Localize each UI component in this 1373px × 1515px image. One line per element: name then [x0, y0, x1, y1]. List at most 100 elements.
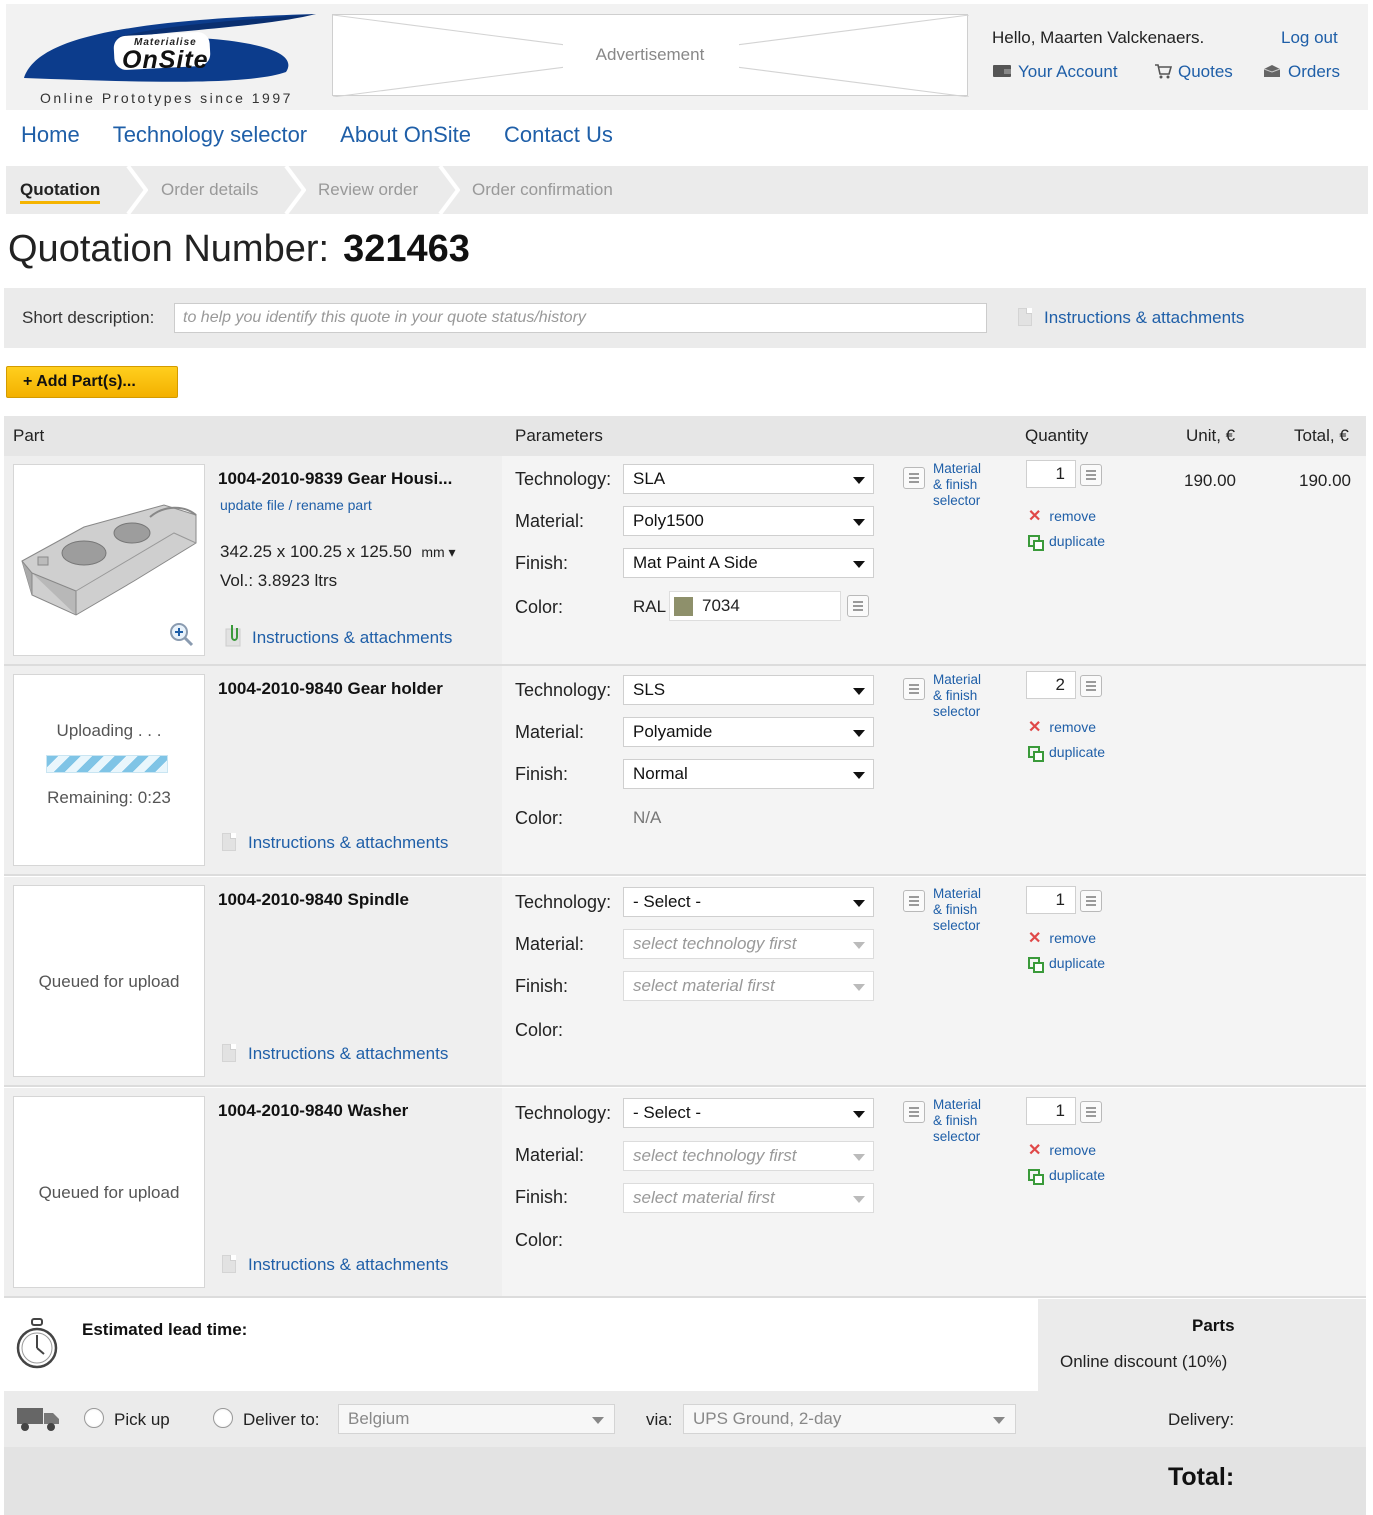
duplicate-icon: [1028, 1169, 1044, 1185]
material-selector-icon[interactable]: [903, 890, 925, 912]
nav-technology-selector[interactable]: Technology selector: [113, 122, 307, 147]
chevron-down-icon: [853, 730, 865, 737]
column-header-total-price: Total, €: [1294, 426, 1349, 445]
update-file-link[interactable]: update file / rename part: [220, 497, 372, 513]
chevron-down-icon: [853, 1154, 865, 1161]
material-finish-selector-link[interactable]: Material & finish selector: [933, 672, 981, 720]
quotes-label: Quotes: [1178, 62, 1233, 81]
duplicate-part-link[interactable]: duplicate: [1028, 1167, 1105, 1185]
material-select[interactable]: Poly1500: [623, 506, 874, 536]
column-header-unit-price: Unit, €: [1186, 426, 1236, 445]
material-select[interactable]: select technology first: [623, 1141, 874, 1171]
material-selector-icon[interactable]: [903, 678, 925, 700]
upload-status: Uploading . . .: [56, 721, 162, 740]
short-description-label: Short description:: [22, 308, 155, 327]
duplicate-part-link[interactable]: duplicate: [1028, 955, 1105, 973]
add-parts-button[interactable]: + Add Part(s)...: [6, 366, 178, 398]
quantity-input[interactable]: 2: [1026, 671, 1076, 699]
technology-select[interactable]: SLS: [623, 675, 874, 705]
parts-table-header: Part Parameters Quantity Unit, € Total, …: [4, 416, 1366, 456]
pick-up-radio[interactable]: [84, 1408, 104, 1428]
part-name: 1004-2010-9840 Spindle: [218, 890, 409, 909]
quantity-input[interactable]: 1: [1026, 1097, 1076, 1125]
chevron-down-icon: [993, 1417, 1005, 1424]
your-account-label: Your Account: [1018, 62, 1118, 81]
color-system-label: RAL: [633, 597, 667, 616]
quantity-calculator-icon[interactable]: [1080, 675, 1102, 697]
pick-up-label: Pick up: [114, 1410, 170, 1429]
part-instructions-link[interactable]: Instructions & attachments: [222, 833, 448, 853]
your-account-link[interactable]: Your Account: [992, 62, 1118, 84]
finish-label: Finish:: [515, 764, 569, 784]
color-picker-icon[interactable]: [847, 595, 869, 617]
materialise-onsite-logo[interactable]: Materialise OnSite Online Prototypes sin…: [16, 12, 316, 108]
nav-home[interactable]: Home: [21, 122, 80, 147]
quantity-calculator-icon[interactable]: [1080, 890, 1102, 912]
page-title: Quotation Number: 321463: [8, 228, 470, 270]
upload-status: Queued for upload: [38, 1183, 180, 1202]
step-quotation[interactable]: Quotation: [20, 166, 101, 214]
finish-select[interactable]: Mat Paint A Side: [623, 548, 874, 578]
duplicate-part-link[interactable]: duplicate: [1028, 533, 1105, 551]
part-thumbnail[interactable]: [13, 464, 205, 656]
orders-link[interactable]: Orders: [1262, 62, 1340, 84]
material-selector-icon[interactable]: [903, 467, 925, 489]
lead-time-panel: [4, 1299, 1038, 1391]
logo-text-big: OnSite: [122, 46, 209, 74]
finish-label: Finish:: [515, 1187, 569, 1207]
part-instructions-link[interactable]: Instructions & attachments: [222, 1255, 448, 1275]
remove-part-link[interactable]: ✕ remove: [1028, 1140, 1096, 1160]
deliver-to-label: Deliver to:: [243, 1410, 320, 1429]
remove-part-link[interactable]: ✕ remove: [1028, 717, 1096, 737]
color-input[interactable]: 7034: [669, 591, 841, 621]
estimated-lead-time-label: Estimated lead time:: [82, 1320, 248, 1339]
material-finish-selector-link[interactable]: Material & finish selector: [933, 886, 981, 934]
duplicate-part-link[interactable]: duplicate: [1028, 744, 1105, 762]
material-select[interactable]: Polyamide: [623, 717, 874, 747]
quantity-calculator-icon[interactable]: [1080, 464, 1102, 486]
finish-label: Finish:: [515, 553, 569, 573]
quantity-input[interactable]: 1: [1026, 460, 1076, 488]
truck-icon: [17, 1408, 59, 1431]
logout-link[interactable]: Log out: [1281, 28, 1338, 48]
finish-select[interactable]: Normal: [623, 759, 874, 789]
country-select[interactable]: Belgium: [338, 1404, 615, 1434]
technology-select[interactable]: - Select -: [623, 887, 874, 917]
duplicate-icon: [1028, 746, 1044, 762]
zoom-in-icon[interactable]: [168, 621, 194, 647]
stopwatch-icon: [16, 1318, 58, 1369]
shipping-method-select[interactable]: UPS Ground, 2-day: [683, 1404, 1016, 1434]
deliver-to-radio[interactable]: [213, 1408, 233, 1428]
order-steps: Quotation Order details Review order Ord…: [6, 166, 1368, 214]
quote-instructions-link[interactable]: Instructions & attachments: [1018, 308, 1244, 328]
color-label: Color:: [515, 808, 564, 828]
short-description-input[interactable]: [174, 303, 987, 333]
step-order-confirmation: Order confirmation: [472, 180, 613, 199]
material-label: Material:: [515, 1145, 585, 1165]
nav-about-onsite[interactable]: About OnSite: [340, 122, 471, 147]
quantity-calculator-icon[interactable]: [1080, 1101, 1102, 1123]
quotes-link[interactable]: Quotes: [1154, 62, 1233, 84]
finish-select[interactable]: select material first: [623, 1183, 874, 1213]
nav-contact-us[interactable]: Contact Us: [504, 122, 613, 147]
unit-dropdown[interactable]: mm ▾: [421, 544, 455, 560]
material-finish-selector-link[interactable]: Material & finish selector: [933, 1097, 981, 1145]
quantity-input[interactable]: 1: [1026, 886, 1076, 914]
chevron-down-icon: [853, 984, 865, 991]
remove-part-link[interactable]: ✕ remove: [1028, 928, 1096, 948]
finish-select[interactable]: select material first: [623, 971, 874, 1001]
part-instructions-link[interactable]: Instructions & attachments: [222, 1044, 448, 1064]
material-select[interactable]: select technology first: [623, 929, 874, 959]
user-greeting: Hello, Maarten Valckenaers.: [992, 28, 1205, 47]
chevron-down-icon: [853, 477, 865, 484]
remove-part-link[interactable]: ✕ remove: [1028, 506, 1096, 526]
part-instructions-link[interactable]: Instructions & attachments: [222, 623, 452, 648]
part-thumbnail: Queued for upload: [13, 885, 205, 1077]
material-selector-icon[interactable]: [903, 1101, 925, 1123]
upload-status: Queued for upload: [38, 972, 180, 991]
technology-select[interactable]: SLA: [623, 464, 874, 494]
material-finish-selector-link[interactable]: Material & finish selector: [933, 461, 981, 509]
technology-select[interactable]: - Select -: [623, 1098, 874, 1128]
table-row: Queued for upload 1004-2010-9840 Washer …: [4, 1088, 1366, 1298]
advertisement-banner[interactable]: Advertisement: [332, 14, 969, 97]
